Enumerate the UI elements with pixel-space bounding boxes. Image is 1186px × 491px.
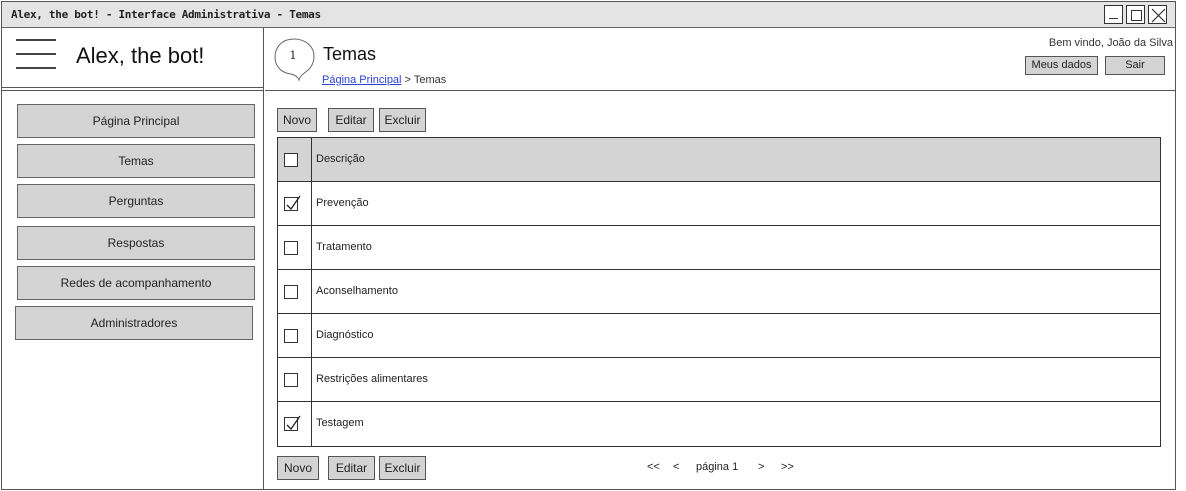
pagination-next[interactable]: > bbox=[758, 461, 764, 473]
row-description: Tratamento bbox=[316, 241, 372, 253]
my-data-button[interactable]: Meus dados bbox=[1025, 56, 1098, 75]
welcome-text: Bem vindo, João da Silva bbox=[1048, 37, 1173, 49]
table-header-row: Descrição bbox=[278, 138, 1160, 182]
row-description: Restrições alimentares bbox=[316, 373, 428, 385]
sidebar-item-administradores[interactable]: Administradores bbox=[15, 306, 253, 340]
close-icon[interactable] bbox=[1148, 5, 1167, 24]
table-row: Tratamento bbox=[278, 226, 1160, 270]
title-bar: Alex, the bot! - Interface Administrativ… bbox=[2, 2, 1175, 28]
breadcrumb-home-link[interactable]: Página Principal bbox=[322, 74, 402, 86]
select-all-checkbox[interactable] bbox=[284, 153, 298, 167]
table-row: Aconselhamento bbox=[278, 270, 1160, 314]
main-content: 1 Temas Página Principal > Temas Bem vin… bbox=[265, 28, 1176, 490]
minimize-icon[interactable] bbox=[1104, 5, 1123, 24]
breadcrumb-separator: > bbox=[401, 74, 414, 86]
row-checkbox[interactable] bbox=[284, 373, 298, 387]
topics-table: Descrição Prevenção Tratamento Aconselha… bbox=[277, 137, 1161, 447]
window-title: Alex, the bot! - Interface Administrativ… bbox=[11, 8, 321, 21]
table-row: Prevenção bbox=[278, 182, 1160, 226]
page-header: 1 Temas Página Principal > Temas Bem vin… bbox=[265, 28, 1176, 91]
row-checkbox[interactable] bbox=[284, 285, 298, 299]
row-description: Testagem bbox=[316, 417, 364, 429]
pagination-last[interactable]: >> bbox=[781, 461, 794, 473]
app-window: Alex, the bot! - Interface Administrativ… bbox=[1, 1, 1176, 490]
table-row: Diagnóstico bbox=[278, 314, 1160, 358]
row-description: Diagnóstico bbox=[316, 329, 374, 341]
row-description: Aconselhamento bbox=[316, 285, 398, 297]
step-bubble-icon: 1 bbox=[273, 37, 315, 82]
row-checkbox[interactable] bbox=[284, 329, 298, 343]
row-checkbox[interactable] bbox=[284, 195, 301, 211]
sidebar-item-temas[interactable]: Temas bbox=[17, 144, 255, 178]
hamburger-menu-icon[interactable] bbox=[16, 39, 56, 73]
edit-button-bottom[interactable]: Editar bbox=[328, 456, 375, 480]
maximize-icon[interactable] bbox=[1126, 5, 1145, 24]
logout-button[interactable]: Sair bbox=[1105, 56, 1165, 75]
sidebar: Alex, the bot! Página Principal Temas Pe… bbox=[2, 28, 264, 490]
row-description: Prevenção bbox=[316, 197, 369, 209]
breadcrumb: Página Principal > Temas bbox=[322, 74, 446, 86]
sidebar-item-redes[interactable]: Redes de acompanhamento bbox=[17, 266, 255, 300]
delete-button-top[interactable]: Excluir bbox=[379, 108, 426, 132]
delete-button-bottom[interactable]: Excluir bbox=[379, 456, 426, 480]
step-number: 1 bbox=[289, 49, 297, 62]
breadcrumb-current: Temas bbox=[413, 74, 447, 86]
pagination-prev[interactable]: < bbox=[673, 461, 679, 473]
pagination-first[interactable]: << bbox=[647, 461, 660, 473]
pagination-current: página 1 bbox=[696, 461, 739, 473]
app-name: Alex, the bot! bbox=[76, 43, 205, 68]
new-button-top[interactable]: Novo bbox=[277, 108, 317, 132]
new-button-bottom[interactable]: Novo bbox=[277, 456, 319, 480]
page-title: Temas bbox=[323, 44, 377, 64]
column-header-description: Descrição bbox=[316, 153, 365, 165]
sidebar-item-perguntas[interactable]: Perguntas bbox=[17, 184, 255, 218]
row-checkbox[interactable] bbox=[284, 241, 298, 255]
sidebar-divider bbox=[2, 88, 263, 91]
brand-header: Alex, the bot! bbox=[2, 28, 263, 88]
table-row: Testagem bbox=[278, 402, 1160, 446]
sidebar-item-respostas[interactable]: Respostas bbox=[17, 226, 255, 260]
row-checkbox[interactable] bbox=[284, 415, 301, 431]
table-row: Restrições alimentares bbox=[278, 358, 1160, 402]
sidebar-item-home[interactable]: Página Principal bbox=[17, 104, 255, 138]
edit-button-top[interactable]: Editar bbox=[328, 108, 374, 132]
